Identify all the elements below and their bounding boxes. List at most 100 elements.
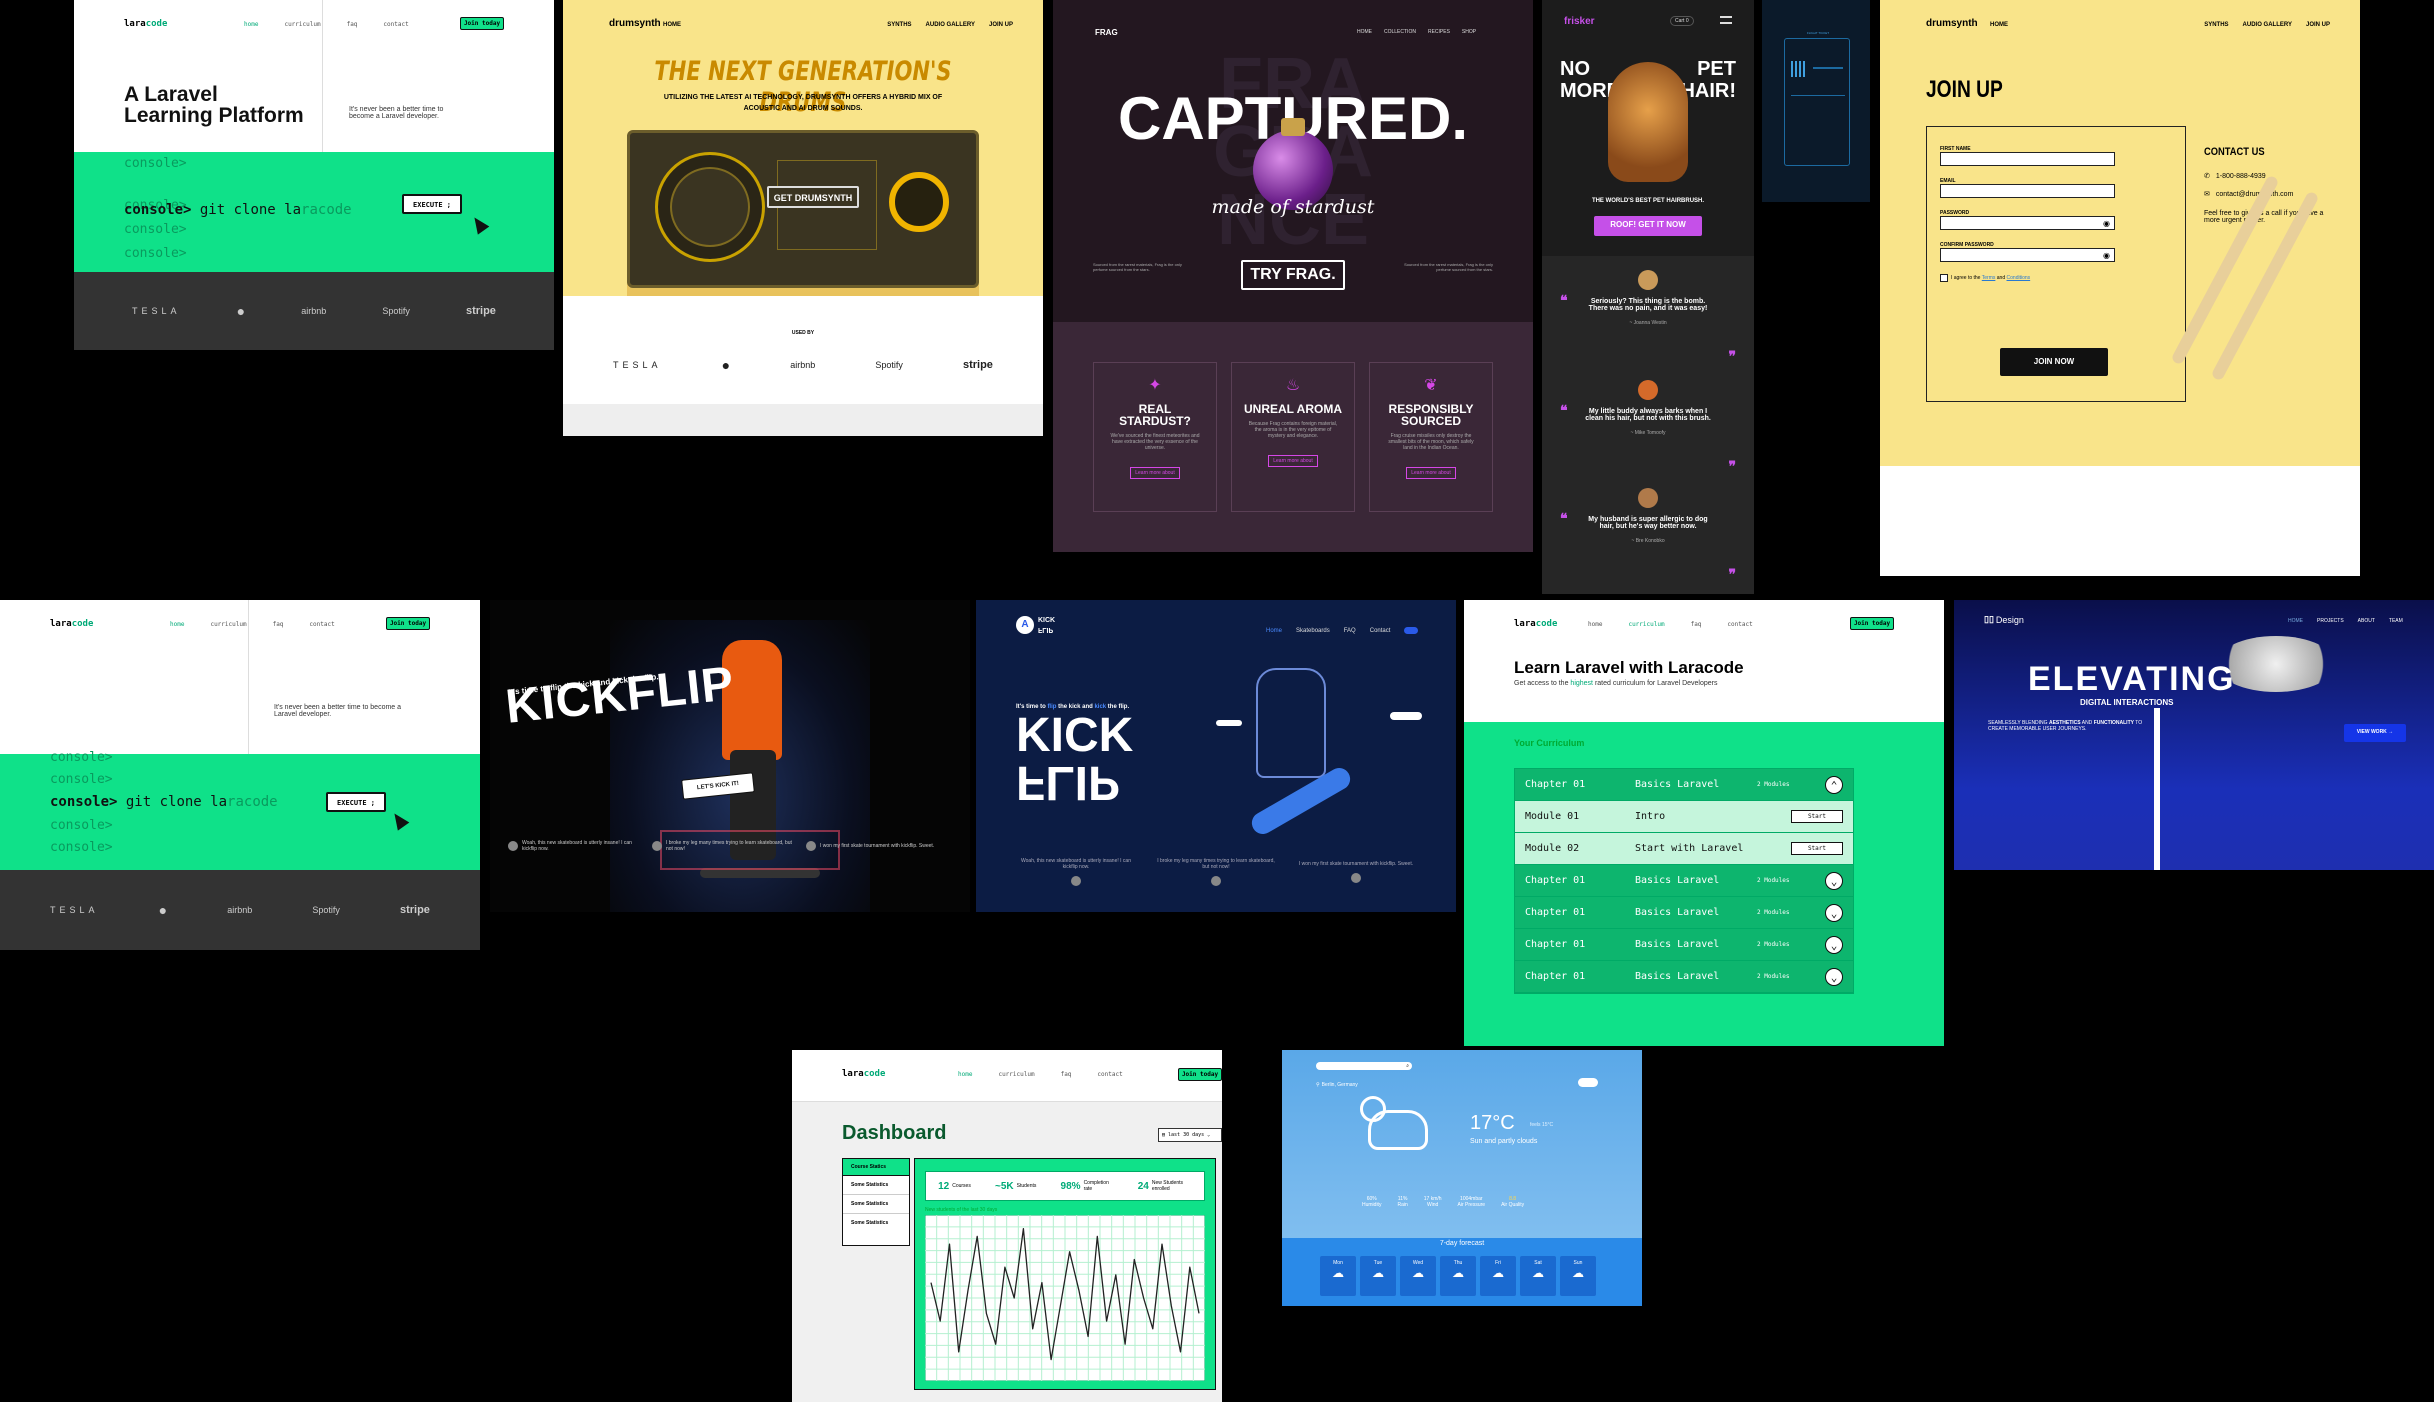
chapter-row[interactable]: Chapter 01 Basics Laravel 2 Modules ⌃ (1515, 769, 1853, 801)
chevron-down-icon[interactable]: ⌄ (1825, 967, 1843, 986)
module-row[interactable]: Module 02 Start with Laravel Start (1515, 833, 1853, 865)
nav-contact[interactable]: Contact (1370, 628, 1391, 634)
date-range-select[interactable]: ▤ last 30 days ⌄ (1158, 1128, 1222, 1142)
try-frag-button[interactable]: TRY FRAG. (1241, 260, 1345, 290)
console-command[interactable]: git clone la (200, 202, 301, 218)
nav-join[interactable]: JOIN UP (989, 22, 1013, 28)
nav-home[interactable]: home (958, 1071, 972, 1078)
join-today-button[interactable]: Join today (386, 617, 430, 630)
logo-code[interactable]: code (146, 19, 168, 29)
chapter-row[interactable]: Chapter 01 Basics Laravel 2 Modules ⌄ (1515, 929, 1853, 961)
nav-home[interactable]: HOME (663, 22, 681, 28)
nav-shop[interactable]: SHOP (1462, 29, 1476, 35)
get-it-now-button[interactable]: ROOF! GET IT NOW (1594, 216, 1702, 236)
start-button[interactable]: Start (1790, 842, 1843, 855)
logo-lara[interactable]: lara (124, 19, 146, 29)
nav-synths[interactable]: SYNTHS (2204, 22, 2228, 28)
nav-about[interactable]: ABOUT (2358, 618, 2375, 624)
logo[interactable]: Design (1996, 615, 2024, 625)
theme-toggle[interactable] (1404, 627, 1419, 634)
nav-team[interactable]: TEAM (2389, 618, 2403, 624)
chevron-up-icon[interactable]: ⌃ (1825, 775, 1843, 794)
forecast-day[interactable]: Wed ☁ (1400, 1256, 1436, 1296)
chevron-down-icon[interactable]: ⌄ (1825, 871, 1843, 890)
execute-button[interactable]: EXECUTE ; (402, 194, 462, 214)
forecast-day[interactable]: Sun ☁ (1560, 1256, 1596, 1296)
logo-lara[interactable]: lara (50, 619, 72, 629)
nav-home[interactable]: HOME (1357, 29, 1372, 35)
chapter-row[interactable]: Chapter 01 Basics Laravel 2 Modules ⌄ (1515, 897, 1853, 929)
logo-icon[interactable]: ▯▯ (1984, 614, 1994, 625)
nav-home[interactable]: home (244, 21, 258, 28)
nav-contact[interactable]: contact (383, 21, 408, 28)
nav-curriculum[interactable]: curriculum (1628, 621, 1664, 628)
nav-gallery[interactable]: AUDIO GALLERY (2243, 22, 2292, 28)
nav-contact[interactable]: contact (309, 621, 334, 628)
nav-faq[interactable]: faq (1691, 621, 1702, 628)
phone-number[interactable]: 1-800-888-4939 (2216, 173, 2266, 180)
logo-code[interactable]: code (72, 619, 94, 629)
logo-flip[interactable]: FLIP (1038, 625, 1055, 633)
chapter-row[interactable]: Chapter 01 Basics Laravel 2 Modules ⌄ (1515, 961, 1853, 993)
nav-home[interactable]: Home (1266, 628, 1282, 634)
logo-code[interactable]: code (1536, 619, 1558, 629)
logo[interactable]: drumsynth (609, 18, 661, 29)
nav-home[interactable]: HOME (2288, 618, 2303, 624)
agree-checkbox[interactable] (1940, 274, 1948, 282)
cart-button[interactable]: Cart 0 (1670, 16, 1694, 26)
menu-item[interactable]: Some Statistics (843, 1176, 909, 1195)
eye-icon[interactable]: ◉ (2103, 219, 2110, 228)
forecast-day[interactable]: Mon ☁ (1320, 1256, 1356, 1296)
join-today-button[interactable]: Join today (460, 17, 504, 30)
nav-skateboards[interactable]: Skateboards (1296, 628, 1330, 634)
nav-recipes[interactable]: RECIPES (1428, 29, 1450, 35)
nav-curriculum[interactable]: curriculum (998, 1071, 1034, 1078)
logo[interactable]: drumsynth (1926, 18, 1978, 29)
learn-more-link[interactable]: Learn more about (1406, 467, 1456, 479)
nav-contact[interactable]: contact (1727, 621, 1752, 628)
view-work-button[interactable]: VIEW WORK → (2344, 724, 2406, 742)
nav-faq[interactable]: faq (273, 621, 284, 628)
get-drumsynth-button[interactable]: GET DRUMSYNTH (767, 186, 859, 208)
logo-lara[interactable]: lara (842, 1069, 864, 1079)
logo[interactable]: FRAG (1095, 28, 1118, 37)
learn-more-link[interactable]: Learn more about (1130, 467, 1180, 479)
join-now-button[interactable]: JOIN NOW (2000, 348, 2108, 376)
execute-button[interactable]: EXECUTE ; (326, 792, 386, 812)
conditions-link[interactable]: Conditions (2007, 275, 2031, 281)
learn-more-link[interactable]: Learn more about (1268, 455, 1318, 467)
join-today-button[interactable]: Join today (1178, 1068, 1222, 1081)
nav-gallery[interactable]: AUDIO GALLERY (926, 22, 975, 28)
nav-synths[interactable]: SYNTHS (887, 22, 911, 28)
first-name-input[interactable] (1940, 152, 2115, 166)
search-input[interactable]: ⌕ (1316, 1062, 1412, 1070)
join-today-button[interactable]: Join today (1850, 617, 1894, 630)
console-command[interactable]: git clone la (126, 794, 227, 810)
logo[interactable]: frisker (1564, 16, 1595, 27)
menu-item[interactable]: Some Statistics (843, 1195, 909, 1214)
theme-toggle[interactable] (1578, 1078, 1598, 1087)
nav-curriculum[interactable]: curriculum (210, 621, 246, 628)
terms-link[interactable]: Terms (1982, 275, 1996, 281)
start-button[interactable]: Start (1790, 810, 1843, 823)
nav-curriculum[interactable]: curriculum (284, 21, 320, 28)
nav-faq[interactable]: faq (1061, 1071, 1072, 1078)
menu-icon[interactable] (1720, 16, 1732, 24)
chevron-down-icon[interactable]: ⌄ (1825, 903, 1843, 922)
logo-kick[interactable]: KICK (1038, 617, 1055, 625)
nav-contact[interactable]: contact (1097, 1071, 1122, 1078)
nav-home[interactable]: home (170, 621, 184, 628)
nav-faq[interactable]: FAQ (1344, 628, 1356, 634)
chapter-row[interactable]: Chapter 01 Basics Laravel 2 Modules ⌄ (1515, 865, 1853, 897)
menu-item[interactable]: Some Statistics (843, 1214, 909, 1232)
menu-item-active[interactable]: Course Statics (843, 1159, 909, 1176)
forecast-day[interactable]: Sat ☁ (1520, 1256, 1556, 1296)
nav-faq[interactable]: faq (347, 21, 358, 28)
nav-home[interactable]: HOME (1990, 22, 2008, 28)
contact-email[interactable]: contact@drumsynth.com (2216, 191, 2294, 198)
confirm-password-input[interactable]: ◉ (1940, 248, 2115, 262)
logo-code[interactable]: code (864, 1069, 886, 1079)
nav-join[interactable]: JOIN UP (2306, 22, 2330, 28)
logo-lara[interactable]: lara (1514, 619, 1536, 629)
forecast-day[interactable]: Tue ☁ (1360, 1256, 1396, 1296)
